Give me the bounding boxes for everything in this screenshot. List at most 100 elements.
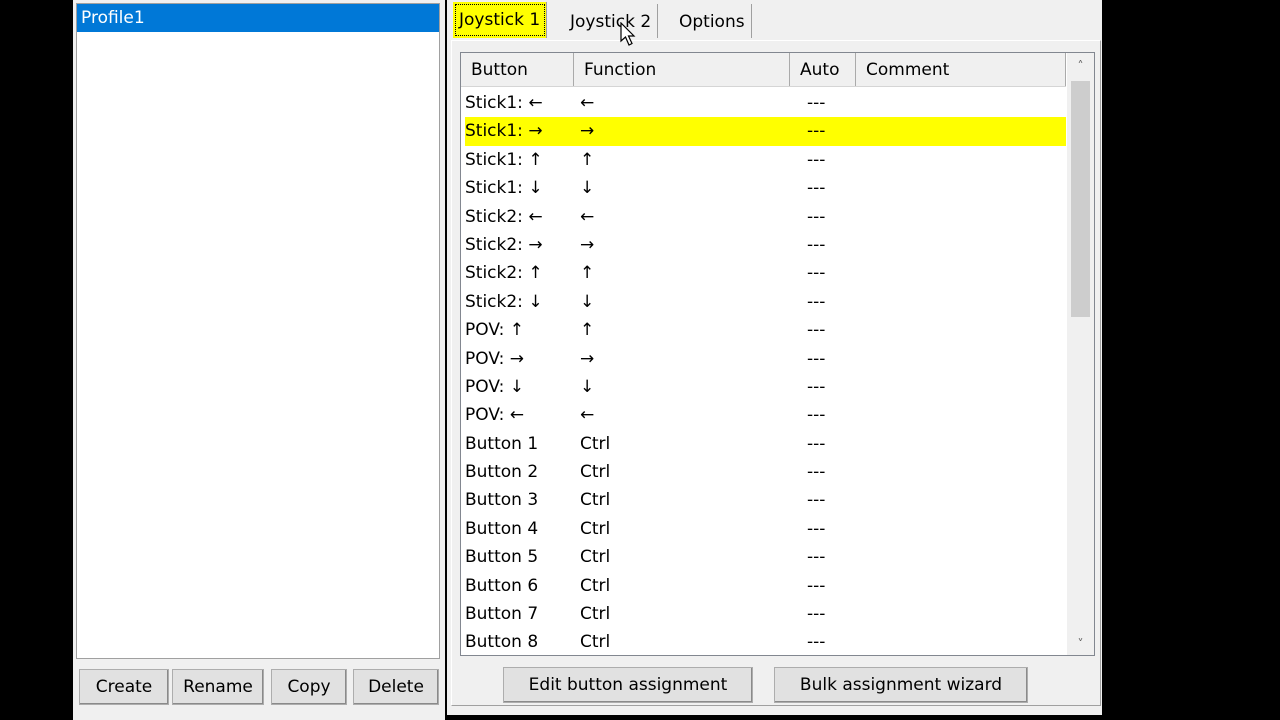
delete-button[interactable]: Delete xyxy=(353,669,439,705)
cell-function: ↓ xyxy=(580,178,595,199)
cell-auto: --- xyxy=(807,121,826,142)
cell-function: Ctrl xyxy=(580,518,611,539)
cell-auto: --- xyxy=(807,206,826,227)
cell-auto: --- xyxy=(807,518,826,539)
scroll-up-icon[interactable]: ˄ xyxy=(1067,59,1094,73)
cell-auto: --- xyxy=(807,348,826,369)
cell-auto: --- xyxy=(807,234,826,255)
cell-button: Button 7 xyxy=(465,604,539,625)
cell-auto: --- xyxy=(807,376,826,397)
table-row[interactable]: Button 7 Ctrl --- xyxy=(465,600,1066,628)
cell-function: ↓ xyxy=(580,376,595,397)
cell-button: Stick2: ← xyxy=(465,206,543,227)
table-row[interactable]: POV: ↑ ↑ --- xyxy=(465,316,1066,344)
cell-auto: --- xyxy=(807,632,826,653)
cell-button: Button 1 xyxy=(465,433,539,454)
column-header-comment[interactable]: Comment xyxy=(856,53,1066,86)
tab-joystick-1[interactable]: Joystick 1 xyxy=(453,2,548,38)
cell-auto: --- xyxy=(807,291,826,312)
table-row[interactable]: POV: ↓ ↓ --- xyxy=(465,373,1066,401)
table-row[interactable]: Stick1: ↑ ↑ --- xyxy=(465,146,1066,174)
cell-function: ← xyxy=(580,206,595,227)
cell-button: Stick1: ↑ xyxy=(465,149,543,170)
edit-button-assignment-button[interactable]: Edit button assignment xyxy=(503,667,753,703)
table-row[interactable]: Button 5 Ctrl --- xyxy=(465,543,1066,571)
table-row[interactable]: POV: ← ← --- xyxy=(465,401,1066,429)
table-row[interactable]: Stick2: ↑ ↑ --- xyxy=(465,259,1066,287)
cell-auto: --- xyxy=(807,462,826,483)
vertical-scrollbar[interactable]: ˄ ˅ xyxy=(1067,53,1094,655)
cell-button: Stick2: → xyxy=(465,234,543,255)
cell-auto: --- xyxy=(807,178,826,199)
profile-item[interactable]: Profile1 xyxy=(77,4,439,32)
cell-button: Button 4 xyxy=(465,518,539,539)
cell-function: ↑ xyxy=(580,320,595,341)
cell-auto: --- xyxy=(807,575,826,596)
cell-button: Stick1: ← xyxy=(465,93,543,113)
table-row[interactable]: Stick1: → → --- xyxy=(465,117,1066,146)
tab-joystick-2[interactable]: Joystick 2 xyxy=(564,4,659,38)
cell-auto: --- xyxy=(807,320,826,341)
create-button[interactable]: Create xyxy=(79,669,169,705)
table-row[interactable]: Button 8 Ctrl --- xyxy=(465,628,1066,655)
column-header-button[interactable]: Button xyxy=(461,53,574,86)
table-row[interactable]: Stick1: ↓ ↓ --- xyxy=(465,174,1066,202)
cell-button: Stick1: ↓ xyxy=(465,178,543,199)
cell-button: Button 2 xyxy=(465,462,539,483)
joystick-panel: Joystick 1 Joystick 2 Options Button Fun… xyxy=(447,0,1102,715)
cell-function: Ctrl xyxy=(580,632,611,653)
cell-button: Button 3 xyxy=(465,490,539,511)
cell-auto: --- xyxy=(807,604,826,625)
cell-function: → xyxy=(580,234,595,255)
table-row[interactable]: Stick2: → → --- xyxy=(465,231,1066,259)
scrollbar-thumb[interactable] xyxy=(1071,81,1090,317)
table-row[interactable]: Stick1: ← ← --- xyxy=(465,89,1066,117)
rename-button[interactable]: Rename xyxy=(172,669,264,705)
cell-button: POV: ↓ xyxy=(465,376,524,397)
cell-function: Ctrl xyxy=(580,462,611,483)
tab-options[interactable]: Options xyxy=(673,4,752,38)
table-row[interactable]: Button 4 Ctrl --- xyxy=(465,515,1066,543)
table-row[interactable]: Stick2: ↓ ↓ --- xyxy=(465,288,1066,316)
cell-function: → xyxy=(580,348,595,369)
table-row[interactable]: Button 6 Ctrl --- xyxy=(465,572,1066,600)
cell-function: Ctrl xyxy=(580,433,611,454)
cell-button: Button 5 xyxy=(465,547,539,568)
table-row[interactable]: Button 3 Ctrl --- xyxy=(465,486,1066,514)
bulk-assignment-wizard-button[interactable]: Bulk assignment wizard xyxy=(774,667,1028,703)
scroll-down-icon[interactable]: ˅ xyxy=(1067,637,1094,651)
profile-list[interactable]: Profile1 xyxy=(76,3,440,659)
table-row[interactable]: Button 2 Ctrl --- xyxy=(465,458,1066,486)
cell-function: ↑ xyxy=(580,263,595,284)
cell-button: POV: → xyxy=(465,348,524,369)
cell-button: Button 6 xyxy=(465,575,539,596)
cell-auto: --- xyxy=(807,149,826,170)
cell-button: Button 8 xyxy=(465,632,539,653)
cell-function: Ctrl xyxy=(580,490,611,511)
cell-button: Stick2: ↑ xyxy=(465,263,543,284)
cell-auto: --- xyxy=(807,433,826,454)
table-header: Button Function Auto Comment xyxy=(461,53,1066,87)
mouse-cursor-icon xyxy=(620,22,636,46)
table-row[interactable]: Button 1 Ctrl --- xyxy=(465,430,1066,458)
copy-button[interactable]: Copy xyxy=(271,669,347,705)
cell-auto: --- xyxy=(807,547,826,568)
cell-function: Ctrl xyxy=(580,604,611,625)
cell-button: Stick1: → xyxy=(465,121,543,142)
cell-function: ↑ xyxy=(580,149,595,170)
table-row[interactable]: POV: → → --- xyxy=(465,345,1066,373)
cell-button: Stick2: ↓ xyxy=(465,291,543,312)
profiles-panel: Profile1 Create Rename Copy Delete xyxy=(73,0,445,720)
column-header-function[interactable]: Function xyxy=(574,53,790,86)
column-header-auto[interactable]: Auto xyxy=(790,53,856,86)
cell-function: ← xyxy=(580,405,595,426)
cell-function: Ctrl xyxy=(580,575,611,596)
cell-auto: --- xyxy=(807,405,826,426)
button-assignment-table[interactable]: Button Function Auto Comment Stick1: ← ← -… xyxy=(460,52,1095,656)
cell-function: Ctrl xyxy=(580,547,611,568)
cell-function: → xyxy=(580,121,595,142)
cell-auto: --- xyxy=(807,93,826,113)
cell-auto: --- xyxy=(807,263,826,284)
table-row[interactable]: Stick2: ← ← --- xyxy=(465,203,1066,231)
cell-button: POV: ↑ xyxy=(465,320,524,341)
